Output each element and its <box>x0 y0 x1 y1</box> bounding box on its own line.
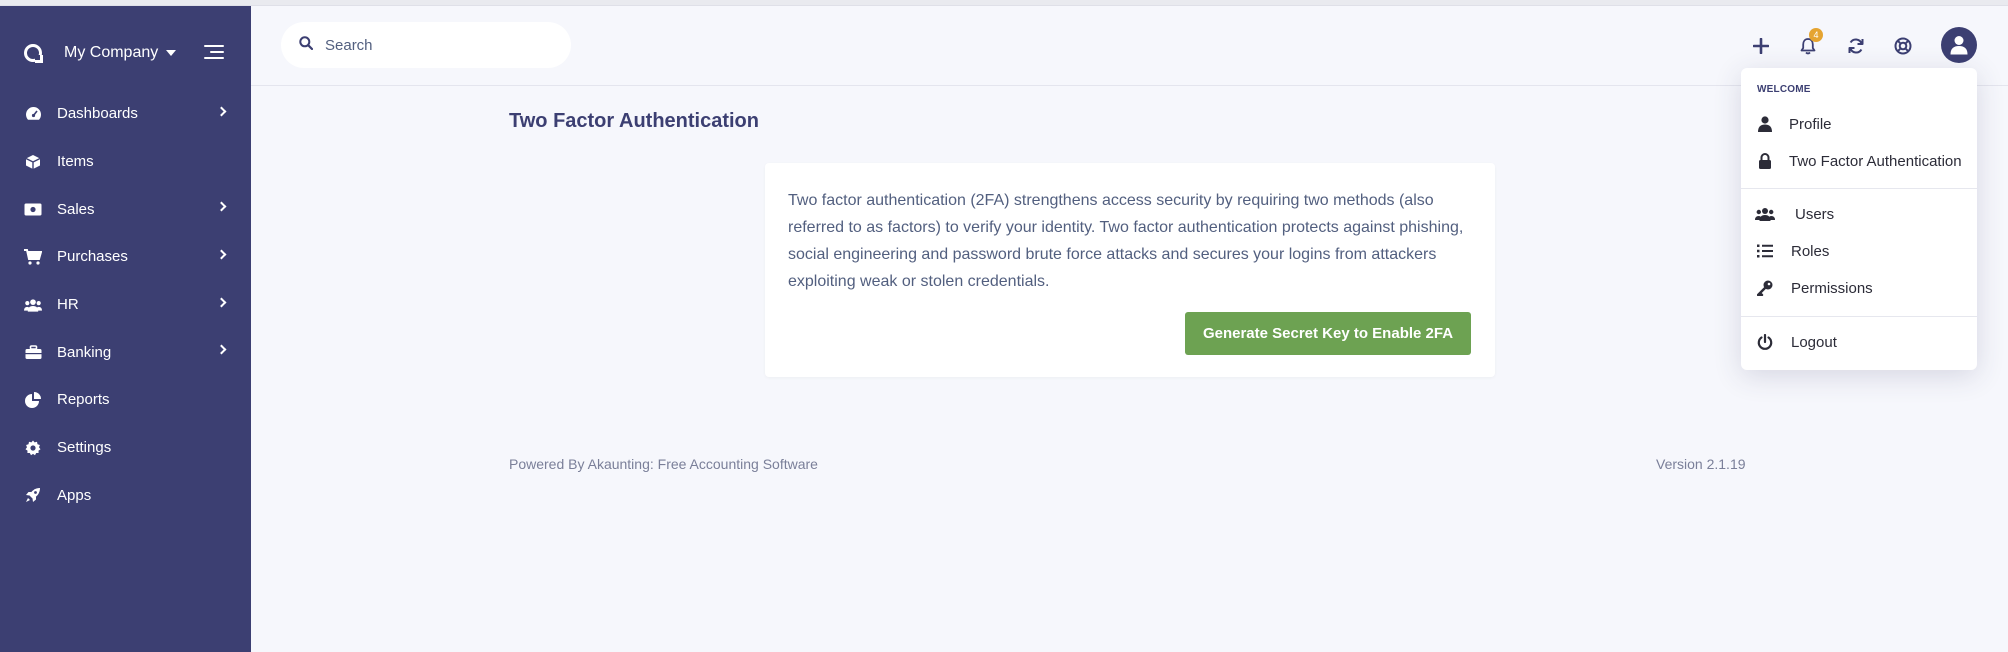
cart-icon <box>24 248 42 266</box>
sidebar-item-sales[interactable]: Sales <box>0 185 251 233</box>
dashboard-icon <box>24 105 42 123</box>
menu-item-label: Roles <box>1791 242 1830 260</box>
menu-divider <box>1741 316 1977 317</box>
sidebar-item-label: Apps <box>57 486 92 504</box>
sidebar-item-label: Items <box>57 153 94 171</box>
sidebar-item-label: Sales <box>57 200 95 218</box>
menu-item-label: Two Factor Authentication <box>1789 152 1962 170</box>
sidebar-item-settings[interactable]: Settings <box>0 424 251 472</box>
chevron-right-icon <box>216 297 227 308</box>
sidebar-item-apps[interactable]: Apps <box>0 472 251 520</box>
chevron-right-icon <box>216 344 227 355</box>
page-title: Two Factor Authentication <box>509 110 759 132</box>
user-avatar-button[interactable] <box>1941 27 1977 63</box>
powered-by-text: Powered By Akaunting: Free Accounting So… <box>509 456 818 472</box>
menu-item-profile[interactable]: Profile <box>1741 107 1977 141</box>
menu-divider <box>1741 188 1977 189</box>
search-box <box>281 22 571 68</box>
help-button[interactable] <box>1891 34 1915 58</box>
notifications-button[interactable]: 4 <box>1796 28 1823 58</box>
menu-item-label: Profile <box>1789 115 1832 133</box>
money-icon <box>24 200 42 218</box>
dropdown-header: WELCOME <box>1757 84 1811 95</box>
refresh-icon <box>1848 38 1864 54</box>
sidebar-item-items[interactable]: Items <box>0 138 251 186</box>
sidebar-item-reports[interactable]: Reports <box>0 376 251 424</box>
two-factor-description: Two factor authentication (2FA) strength… <box>788 192 1464 290</box>
sidebar-item-dashboards[interactable]: Dashboards <box>0 90 251 138</box>
chevron-right-icon <box>216 249 227 260</box>
sidebar-item-label: Banking <box>57 343 112 361</box>
menu-item-two-factor[interactable]: Two Factor Authentication <box>1741 144 1977 178</box>
briefcase-icon <box>24 343 42 361</box>
search-icon <box>299 35 314 55</box>
two-factor-card: Two factor authentication (2FA) strength… <box>765 163 1495 377</box>
add-new-button[interactable] <box>1749 34 1773 58</box>
users-icon <box>1755 204 1775 224</box>
menu-item-permissions[interactable]: Permissions <box>1741 271 1977 305</box>
menu-item-label: Permissions <box>1791 279 1873 297</box>
user-dropdown-menu: WELCOME Profile Two Factor Authenticatio… <box>1741 68 1977 370</box>
menu-item-label: Users <box>1795 205 1835 223</box>
sidebar-item-label: Settings <box>57 439 112 457</box>
generate-secret-key-button[interactable]: Generate Secret Key to Enable 2FA <box>1185 312 1471 355</box>
sidebar-item-label: Dashboards <box>57 105 138 123</box>
list-icon <box>1755 241 1775 261</box>
users-icon <box>24 296 42 314</box>
lock-icon <box>1755 151 1775 171</box>
menu-item-users[interactable]: Users <box>1741 197 1977 231</box>
sidebar-item-banking[interactable]: Banking <box>0 328 251 376</box>
sidebar-item-purchases[interactable]: Purchases <box>0 233 251 281</box>
sidebar-item-hr[interactable]: HR <box>0 281 251 329</box>
key-icon <box>1755 278 1775 298</box>
search-input[interactable] <box>325 36 545 54</box>
version-text: Version 2.1.19 <box>1656 456 1746 472</box>
menu-item-roles[interactable]: Roles <box>1741 234 1977 268</box>
user-icon <box>1755 114 1775 134</box>
caret-down-icon <box>166 50 177 56</box>
notification-count-badge: 4 <box>1809 28 1823 42</box>
sidebar-item-label: Reports <box>57 391 110 409</box>
chevron-right-icon <box>216 201 227 212</box>
sidebar-nav: Dashboards Items Sales Purchases HR Bank… <box>0 90 251 519</box>
pie-chart-icon <box>24 391 42 409</box>
gear-icon <box>24 439 42 457</box>
life-ring-icon <box>1894 37 1912 55</box>
chevron-right-icon <box>216 106 227 117</box>
akaunting-logo-icon <box>24 44 42 62</box>
sidebar-item-label: HR <box>57 296 79 314</box>
sidebar: My Company Dashboards Items Sales Purcha… <box>0 6 251 652</box>
cube-icon <box>24 153 42 171</box>
power-icon <box>1755 332 1775 352</box>
rocket-icon <box>24 486 42 504</box>
user-icon <box>1950 36 1968 55</box>
sidebar-toggle-icon[interactable] <box>204 44 224 60</box>
menu-item-label: Logout <box>1791 333 1837 351</box>
company-switcher[interactable]: My Company <box>24 38 177 68</box>
menu-item-logout[interactable]: Logout <box>1741 325 1977 359</box>
refresh-button[interactable] <box>1844 34 1868 58</box>
plus-icon <box>1753 38 1769 54</box>
sidebar-item-label: Purchases <box>57 248 128 266</box>
company-name: My Company <box>64 44 159 61</box>
